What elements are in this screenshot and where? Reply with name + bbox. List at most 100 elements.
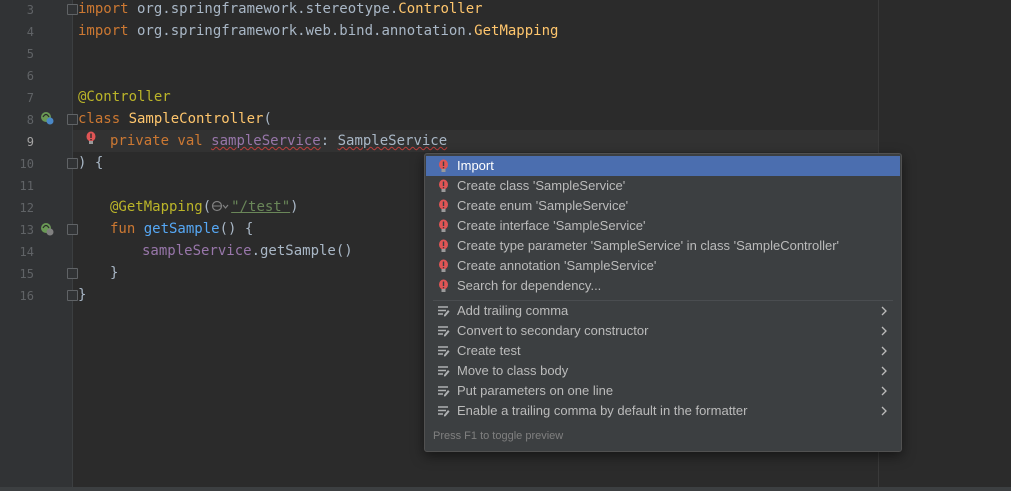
line-number: 6 [26, 69, 34, 83]
unresolved-type[interactable]: SampleService [338, 133, 448, 149]
closing-brace: } [78, 287, 87, 303]
code-line-13: fun getSample() { [110, 218, 253, 240]
code-line-9: private val sampleService: SampleService [110, 130, 447, 152]
intention-icon [438, 326, 450, 337]
popup-item-label: Create annotation 'SampleService' [457, 258, 657, 273]
line-number: 11 [19, 179, 34, 193]
chevron-right-icon[interactable] [880, 326, 888, 336]
fold-marker[interactable] [67, 268, 78, 279]
popup-item-label: Create test [457, 343, 521, 358]
package-path: org.springframework.stereotype. [128, 1, 399, 17]
popup-item-label: Search for dependency... [457, 278, 602, 293]
intention-icon [438, 406, 450, 417]
horizontal-scrollbar[interactable] [0, 487, 1011, 491]
line-number: 16 [19, 289, 34, 303]
popup-item[interactable]: Add trailing comma [426, 301, 900, 321]
fold-marker[interactable] [67, 158, 78, 169]
package-path: org.springframework.web.bind.annotation. [128, 23, 475, 39]
colon: : [320, 133, 338, 149]
chevron-right-icon[interactable] [880, 406, 888, 416]
line-number: 4 [26, 25, 34, 39]
endpoint-icon[interactable] [40, 222, 54, 236]
popup-item-label: Create enum 'SampleService' [457, 198, 629, 213]
keyword: import [78, 23, 129, 39]
popup-item-label: Move to class body [457, 363, 569, 378]
paren: ( [263, 111, 272, 127]
intention-icon [438, 306, 450, 317]
code-line-3: import org.springframework.stereotype.Co… [78, 0, 483, 20]
gutter-separator [72, 0, 73, 487]
paren: ( [202, 199, 212, 215]
keyword: fun [110, 221, 144, 237]
keyword: private val [110, 133, 212, 149]
code-line-16: } [78, 284, 86, 306]
popup-item[interactable]: Search for dependency... [426, 276, 900, 296]
popup-item-label: Import [457, 158, 494, 173]
line-number: 12 [19, 201, 34, 215]
popup-item[interactable]: Put parameters on one line [426, 381, 900, 401]
popup-item[interactable]: Create interface 'SampleService' [426, 216, 900, 236]
popup-item[interactable]: Create annotation 'SampleService' [426, 256, 900, 276]
chevron-right-icon[interactable] [880, 386, 888, 396]
popup-item-label: Create interface 'SampleService' [457, 218, 646, 233]
code-line-10: ) { [78, 152, 103, 174]
code-line-7: @Controller [78, 86, 171, 108]
popup-item-label: Convert to secondary constructor [457, 323, 649, 338]
imported-class: Controller [398, 1, 483, 17]
intention-actions-popup: Import Create class 'SampleService' Create… [424, 153, 902, 452]
popup-item[interactable]: Convert to secondary constructor [426, 321, 900, 341]
keyword: import [78, 1, 129, 17]
chevron-right-icon[interactable] [880, 346, 888, 356]
string-literal: "/test" [231, 199, 291, 215]
line-number: 13 [19, 223, 34, 237]
popup-item[interactable]: Create test [426, 341, 900, 361]
paren: ) [290, 199, 299, 215]
error-bulb-icon [439, 239, 448, 252]
annotation: @GetMapping [110, 199, 203, 215]
closing-brace: } [110, 265, 119, 281]
code-line-14: sampleService.getSample() [142, 240, 353, 262]
property-ref: sampleService [142, 243, 252, 259]
line-number: 10 [19, 157, 34, 171]
chevron-right-icon[interactable] [880, 306, 888, 316]
intention-icon [438, 386, 450, 397]
error-bulb-icon [439, 259, 448, 272]
fold-marker[interactable] [67, 4, 78, 15]
popup-item-label: Put parameters on one line [457, 383, 614, 398]
params: () { [219, 221, 254, 237]
error-bulb-icon [439, 159, 448, 172]
popup-item[interactable]: Create enum 'SampleService' [426, 196, 900, 216]
popup-item-label: Create class 'SampleService' [457, 178, 626, 193]
code-line-4: import org.springframework.web.bind.anno… [78, 20, 558, 42]
url-globe-icon[interactable] [211, 200, 229, 212]
popup-item[interactable]: Create class 'SampleService' [426, 176, 900, 196]
error-property[interactable]: sampleService [211, 133, 321, 149]
fold-marker[interactable] [67, 114, 78, 125]
fold-marker[interactable] [67, 290, 78, 301]
line-number: 7 [26, 91, 34, 105]
intention-icon [438, 366, 450, 377]
error-bulb-icon [439, 199, 448, 212]
fold-marker[interactable] [67, 224, 78, 235]
function-name: getSample [143, 221, 220, 237]
closing-paren: ) { [78, 155, 104, 171]
popup-item[interactable]: Create type parameter 'SampleService' in… [426, 236, 900, 256]
intention-icon [438, 346, 450, 357]
chevron-right-icon[interactable] [880, 366, 888, 376]
code-line-8: class SampleController( [78, 108, 272, 130]
spring-bean-icon[interactable] [40, 111, 54, 125]
imported-class: GetMapping [474, 23, 559, 39]
line-number: 5 [26, 47, 34, 61]
popup-item[interactable]: Enable a trailing comma by default in th… [426, 401, 900, 421]
line-number: 8 [26, 113, 34, 127]
error-bulb-icon [439, 219, 448, 232]
code-line-12: @GetMapping( "/test") [110, 196, 299, 218]
editor-gutter [0, 0, 72, 487]
line-number: 14 [19, 245, 34, 259]
annotation: @Controller [78, 89, 171, 105]
popup-item-label: Enable a trailing comma by default in th… [457, 403, 748, 418]
line-number: 3 [26, 3, 34, 17]
method-call: .getSample() [251, 243, 353, 259]
popup-item[interactable]: Move to class body [426, 361, 900, 381]
popup-item[interactable]: Import [426, 156, 900, 176]
